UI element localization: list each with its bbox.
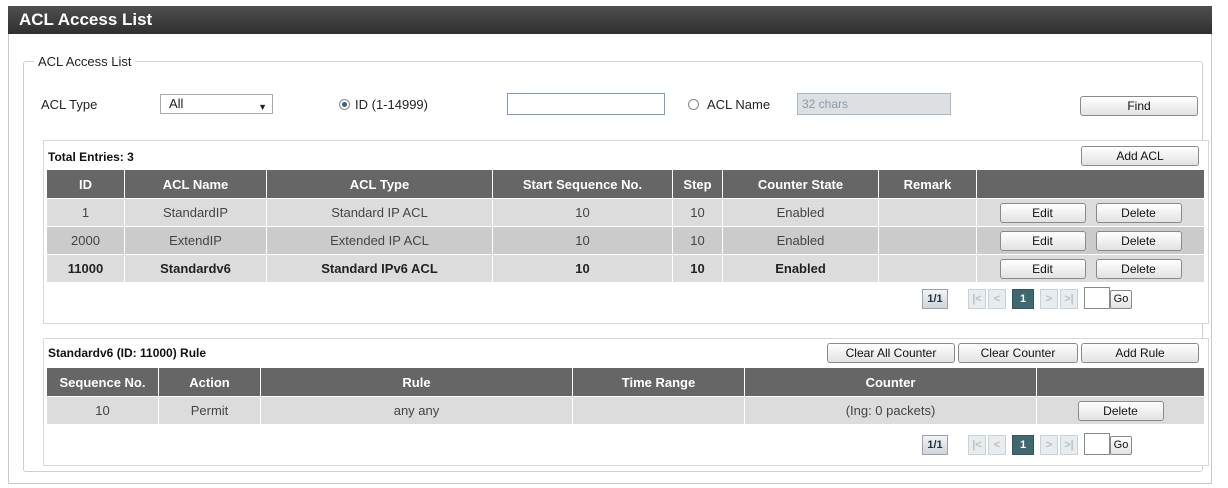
acl-name-input[interactable]: 32 chars: [797, 93, 951, 115]
acl-name-radio-label: ACL Name: [707, 97, 771, 112]
cell-counter-state: Enabled: [722, 254, 879, 283]
cell-acl-type: Standard IPv6 ACL: [266, 254, 493, 283]
current-page[interactable]: 1: [1012, 435, 1034, 455]
cell-acl-name: Standardv6: [124, 254, 267, 283]
col-id: ID: [46, 169, 125, 199]
first-page-button[interactable]: |<: [968, 435, 986, 455]
rule-section-title: Standardv6 (ID: 11000) Rule: [48, 346, 207, 360]
cell-id: 1: [46, 198, 125, 227]
edit-button[interactable]: Edit: [999, 202, 1086, 223]
acl-table-header: ID ACL Name ACL Type Start Sequence No. …: [46, 169, 1205, 199]
cell-remark: [878, 226, 977, 255]
edit-button[interactable]: Edit: [999, 258, 1086, 279]
cell-sequence-no: 10: [46, 396, 159, 425]
go-button[interactable]: Go: [1110, 290, 1132, 309]
col-acl-type: ACL Type: [266, 169, 493, 199]
acl-type-select[interactable]: All ▼: [160, 94, 273, 114]
table-row[interactable]: 1 StandardIP Standard IP ACL 10 10 Enabl…: [46, 198, 1205, 227]
go-button[interactable]: Go: [1110, 436, 1132, 455]
page-number-input[interactable]: [1084, 433, 1110, 455]
cell-counter: (Ing: 0 packets): [744, 396, 1037, 425]
next-page-button[interactable]: >: [1040, 435, 1058, 455]
id-radio[interactable]: [339, 99, 350, 110]
acl-table: ID ACL Name ACL Type Start Sequence No. …: [46, 169, 1205, 283]
cell-start-seq: 10: [492, 226, 673, 255]
cell-acl-name: StandardIP: [124, 198, 267, 227]
add-rule-button[interactable]: Add Rule: [1081, 343, 1199, 363]
cell-id: 2000: [46, 226, 125, 255]
page-number-input[interactable]: [1084, 287, 1110, 309]
last-page-button[interactable]: >|: [1060, 435, 1078, 455]
cell-remark: [878, 254, 977, 283]
col-actions: [976, 169, 1205, 199]
delete-button[interactable]: Delete: [1095, 202, 1182, 223]
acl-id-input[interactable]: [507, 93, 665, 115]
cell-actions: Edit Delete: [976, 254, 1205, 283]
first-page-button[interactable]: |<: [968, 289, 986, 309]
rule-pager: 1/1 |< < 1 > >| Go: [922, 433, 1202, 455]
col-acl-name: ACL Name: [124, 169, 267, 199]
table-row[interactable]: 2000 ExtendIP Extended IP ACL 10 10 Enab…: [46, 226, 1205, 255]
col-time-range: Time Range: [572, 367, 745, 397]
acl-pager: 1/1 |< < 1 > >| Go: [922, 287, 1202, 309]
prev-page-button[interactable]: <: [988, 289, 1006, 309]
page-title: ACL Access List: [8, 6, 1212, 34]
cell-counter-state: Enabled: [722, 226, 879, 255]
cell-rule: any any: [260, 396, 573, 425]
cell-actions: Delete: [1036, 396, 1205, 425]
delete-button[interactable]: Delete: [1095, 230, 1182, 251]
page-info: 1/1: [922, 435, 948, 455]
col-counter: Counter: [744, 367, 1037, 397]
table-row[interactable]: 10 Permit any any (Ing: 0 packets) Delet…: [46, 396, 1205, 425]
cell-step: 10: [672, 226, 723, 255]
cell-acl-name: ExtendIP: [124, 226, 267, 255]
last-page-button[interactable]: >|: [1060, 289, 1078, 309]
rule-table-header: Sequence No. Action Rule Time Range Coun…: [46, 367, 1205, 397]
col-sequence-no: Sequence No.: [46, 367, 159, 397]
cell-id: 11000: [46, 254, 125, 283]
add-acl-button[interactable]: Add ACL: [1081, 146, 1199, 166]
cell-acl-type: Extended IP ACL: [266, 226, 493, 255]
cell-start-seq: 10: [492, 254, 673, 283]
col-step: Step: [672, 169, 723, 199]
cell-step: 10: [672, 254, 723, 283]
cell-time-range: [572, 396, 745, 425]
cell-step: 10: [672, 198, 723, 227]
cell-actions: Edit Delete: [976, 226, 1205, 255]
prev-page-button[interactable]: <: [988, 435, 1006, 455]
chevron-down-icon: ▼: [258, 102, 267, 112]
cell-action: Permit: [158, 396, 261, 425]
delete-button[interactable]: Delete: [1077, 400, 1164, 421]
id-radio-label: ID (1-14999): [355, 97, 428, 112]
table-row[interactable]: 11000 Standardv6 Standard IPv6 ACL 10 10…: [46, 254, 1205, 283]
rule-table-section: Standardv6 (ID: 11000) Rule Clear All Co…: [43, 338, 1209, 466]
current-page[interactable]: 1: [1012, 289, 1034, 309]
page-info: 1/1: [922, 289, 948, 309]
cell-counter-state: Enabled: [722, 198, 879, 227]
acl-table-section: Total Entries: 3 Add ACL ID ACL Name ACL…: [43, 140, 1209, 324]
col-counter-state: Counter State: [722, 169, 879, 199]
find-button[interactable]: Find: [1080, 96, 1198, 116]
cell-start-seq: 10: [492, 198, 673, 227]
acl-type-label: ACL Type: [41, 97, 98, 112]
clear-all-counter-button[interactable]: Clear All Counter: [827, 343, 955, 363]
cell-actions: Edit Delete: [976, 198, 1205, 227]
col-rule: Rule: [260, 367, 573, 397]
content-panel: ACL Access List ACL Type All ▼ ID (1-149…: [8, 34, 1212, 484]
cell-acl-type: Standard IP ACL: [266, 198, 493, 227]
cell-remark: [878, 198, 977, 227]
col-actions: [1036, 367, 1205, 397]
acl-type-value: All: [169, 96, 184, 111]
total-entries: Total Entries: 3: [48, 150, 134, 164]
col-start-seq: Start Sequence No.: [492, 169, 673, 199]
rule-table: Sequence No. Action Rule Time Range Coun…: [46, 367, 1205, 425]
delete-button[interactable]: Delete: [1095, 258, 1182, 279]
acl-name-radio[interactable]: [688, 99, 699, 110]
fieldset-legend: ACL Access List: [38, 54, 132, 69]
edit-button[interactable]: Edit: [999, 230, 1086, 251]
clear-counter-button[interactable]: Clear Counter: [958, 343, 1078, 363]
next-page-button[interactable]: >: [1040, 289, 1058, 309]
col-action: Action: [158, 367, 261, 397]
col-remark: Remark: [878, 169, 977, 199]
